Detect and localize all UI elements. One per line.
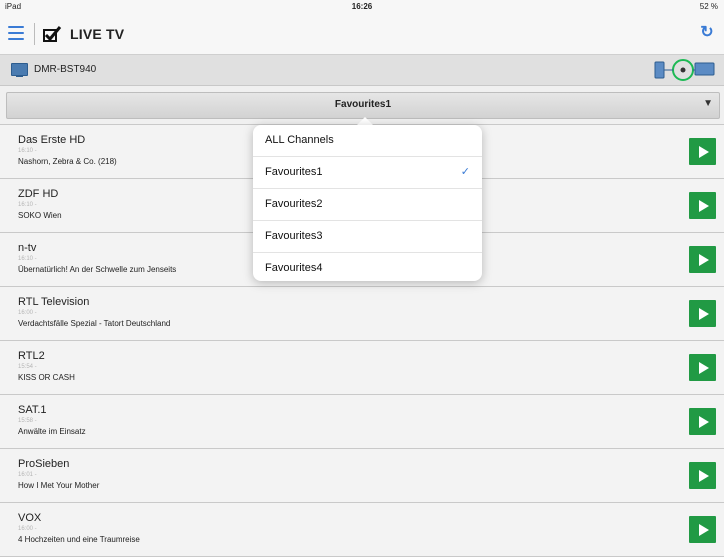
channel-row[interactable]: ProSieben 16:01 - How I Met Your Mother bbox=[0, 449, 724, 503]
program-time: 16:01 - bbox=[18, 472, 37, 478]
popover-option-favourites2[interactable]: Favourites2 bbox=[253, 189, 482, 221]
tv-icon bbox=[11, 63, 28, 77]
channel-name: ProSieben bbox=[18, 458, 70, 470]
play-button[interactable] bbox=[689, 300, 716, 327]
program-title: KISS OR CASH bbox=[18, 373, 75, 382]
channel-name: VOX bbox=[18, 512, 42, 524]
play-button[interactable] bbox=[689, 192, 716, 219]
program-title: Übernatürlich! An der Schwelle zum Jense… bbox=[18, 265, 177, 274]
program-title: Nashorn, Zebra & Co. (218) bbox=[18, 157, 117, 166]
option-label: Favourites4 bbox=[265, 262, 323, 274]
option-label: Favourites2 bbox=[265, 198, 323, 210]
popover-option-favourites1[interactable]: Favourites1 ✓ bbox=[253, 157, 482, 189]
program-title: 4 Hochzeiten und eine Traumreise bbox=[18, 535, 140, 544]
option-label: ALL Channels bbox=[265, 134, 334, 146]
program-title: Verdachtsfälle Spezial - Tatort Deutschl… bbox=[18, 319, 171, 328]
favourites-dropdown[interactable]: Favourites1 ▼ bbox=[6, 92, 720, 119]
program-time: 16:10 - bbox=[18, 256, 37, 262]
play-button[interactable] bbox=[689, 462, 716, 489]
play-button[interactable] bbox=[689, 516, 716, 543]
checkbox-logo-icon bbox=[43, 26, 62, 42]
favourites-dropdown-label: Favourites1 bbox=[334, 99, 392, 110]
program-time: 16:10 - bbox=[18, 148, 37, 154]
nav-bar: LIVE TV ↻ bbox=[0, 14, 724, 55]
set-top-box-icon[interactable] bbox=[652, 58, 716, 82]
program-title: How I Met Your Mother bbox=[18, 481, 100, 490]
program-time: 15:58 - bbox=[18, 418, 37, 424]
channel-row[interactable]: RTL2 15:54 - KISS OR CASH bbox=[0, 341, 724, 395]
program-time: 15:54 - bbox=[18, 364, 37, 370]
refresh-icon[interactable]: ↻ bbox=[698, 24, 716, 42]
channel-name: RTL2 bbox=[18, 350, 45, 362]
favourites-popover: ALL Channels Favourites1 ✓ Favourites2 F… bbox=[253, 125, 482, 281]
option-label: Favourites3 bbox=[265, 230, 323, 242]
play-button[interactable] bbox=[689, 246, 716, 273]
play-button[interactable] bbox=[689, 138, 716, 165]
program-time: 16:00 - bbox=[18, 310, 37, 316]
channel-name: n-tv bbox=[18, 242, 37, 254]
popover-option-all-channels[interactable]: ALL Channels bbox=[253, 125, 482, 157]
status-battery: 52 % bbox=[699, 2, 718, 11]
hamburger-icon[interactable] bbox=[8, 26, 24, 40]
channel-name: ZDF HD bbox=[18, 188, 59, 200]
program-time: 16:00 - bbox=[18, 526, 37, 532]
status-bar: iPad 16:26 52 % bbox=[0, 0, 724, 14]
play-button[interactable] bbox=[689, 408, 716, 435]
program-title: SOKO Wien bbox=[18, 211, 62, 220]
channel-name: SAT.1 bbox=[18, 404, 47, 416]
program-time: 16:10 - bbox=[18, 202, 37, 208]
program-title: Anwälte im Einsatz bbox=[18, 427, 86, 436]
play-button[interactable] bbox=[689, 354, 716, 381]
channel-row[interactable]: SAT.1 15:58 - Anwälte im Einsatz bbox=[0, 395, 724, 449]
popover-option-favourites3[interactable]: Favourites3 bbox=[253, 221, 482, 253]
channel-row[interactable]: RTL Television 16:00 - Verdachtsfälle Sp… bbox=[0, 287, 724, 341]
popover-option-favourites4[interactable]: Favourites4 bbox=[253, 253, 482, 284]
chevron-down-icon: ▼ bbox=[703, 98, 713, 109]
nav-divider bbox=[34, 23, 35, 45]
device-bar: DMR-BST940 bbox=[0, 55, 724, 86]
page-title: LIVE TV bbox=[70, 26, 125, 42]
checkmark-icon: ✓ bbox=[460, 166, 470, 178]
channel-name: RTL Television bbox=[18, 296, 90, 308]
channel-name: Das Erste HD bbox=[18, 134, 86, 146]
option-label: Favourites1 bbox=[265, 166, 323, 178]
device-name: DMR-BST940 bbox=[34, 64, 97, 75]
status-time: 16:26 bbox=[351, 2, 373, 11]
